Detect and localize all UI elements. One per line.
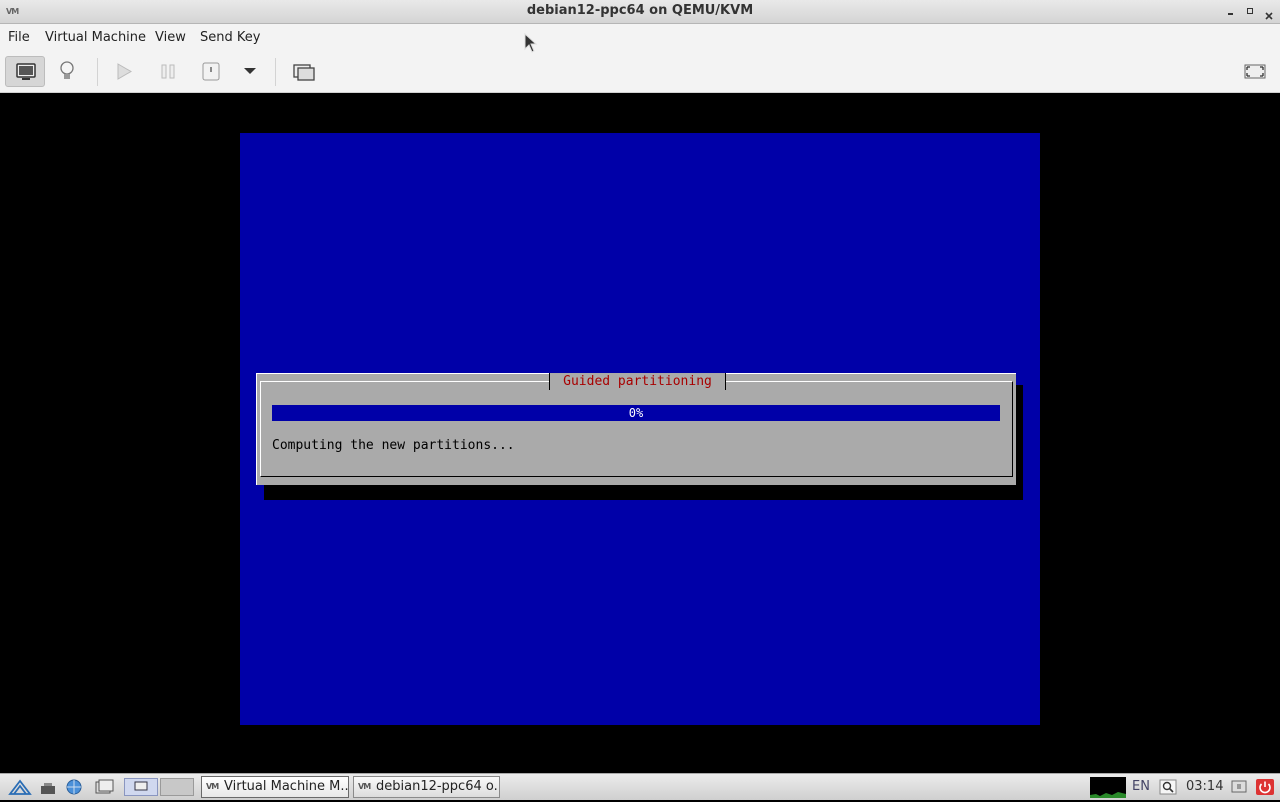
workspace-2-icon[interactable] [160, 778, 194, 796]
progress-percent-label: 0% [628, 406, 644, 420]
power-switch-icon [202, 62, 220, 81]
clock[interactable]: 03:14 [1186, 779, 1223, 794]
installer-status-text: Computing the new partitions... [272, 438, 515, 453]
shutdown-menu-button[interactable] [230, 56, 270, 87]
pause-icon [161, 64, 175, 79]
fullscreen-button[interactable] [1235, 56, 1275, 87]
search-icon[interactable] [1158, 778, 1178, 796]
run-button[interactable] [104, 56, 144, 87]
menu-file[interactable]: File [8, 30, 30, 45]
monitor-icon [16, 63, 36, 80]
menu-view[interactable]: View [155, 30, 186, 45]
task-label: Virtual Machine M... [224, 779, 349, 794]
close-icon[interactable] [1264, 6, 1274, 20]
snapshots-icon [293, 64, 315, 81]
taskbar-task-virtual-machine-manager[interactable]: VM Virtual Machine M... [201, 776, 349, 798]
minimize-icon[interactable] [1226, 6, 1236, 16]
installer-dialog-frame [260, 381, 1013, 477]
dialog-title: Guided partitioning [549, 373, 726, 390]
mouse-cursor-icon [524, 33, 538, 53]
start-menu-icon[interactable] [8, 778, 32, 796]
pause-button[interactable] [148, 56, 188, 87]
shutdown-button[interactable] [191, 56, 231, 87]
web-browser-icon[interactable] [64, 778, 84, 796]
chevron-down-icon [244, 68, 256, 74]
maximize-icon[interactable] [1245, 6, 1255, 16]
keyboard-layout-indicator[interactable]: EN [1132, 779, 1150, 794]
progress-bar: 0% [272, 405, 1000, 421]
virt-manager-icon: VM [206, 782, 219, 791]
show-desktop-icon[interactable] [38, 778, 58, 796]
task-label: debian12-ppc64 o... [376, 779, 500, 794]
window-title: debian12-ppc64 on QEMU/KVM [526, 3, 754, 18]
snapshots-button[interactable] [284, 56, 324, 87]
cpu-monitor-graph[interactable] [1090, 777, 1126, 798]
lightbulb-icon [60, 61, 74, 79]
taskbar: VM Virtual Machine M... VM debian12-ppc6… [0, 773, 1280, 800]
details-view-button[interactable] [47, 56, 87, 87]
menu-virtual-machine[interactable]: Virtual Machine [45, 30, 146, 45]
console-view-button[interactable] [5, 56, 45, 87]
file-manager-icon[interactable] [94, 778, 114, 796]
taskbar-task-vm-console[interactable]: VM debian12-ppc64 o... [353, 776, 500, 798]
power-off-icon[interactable] [1255, 778, 1275, 796]
menu-bar: File Virtual Machine View Send Key [0, 24, 1280, 52]
virt-manager-icon: VM [358, 782, 371, 791]
toolbar [0, 52, 1280, 93]
workspace-1-icon[interactable] [124, 778, 158, 796]
play-icon [117, 63, 133, 80]
lock-screen-icon[interactable] [1229, 778, 1249, 796]
fullscreen-icon [1244, 64, 1266, 79]
window-titlebar[interactable]: VM debian12-ppc64 on QEMU/KVM [0, 0, 1280, 24]
menu-send-key[interactable]: Send Key [200, 30, 260, 45]
